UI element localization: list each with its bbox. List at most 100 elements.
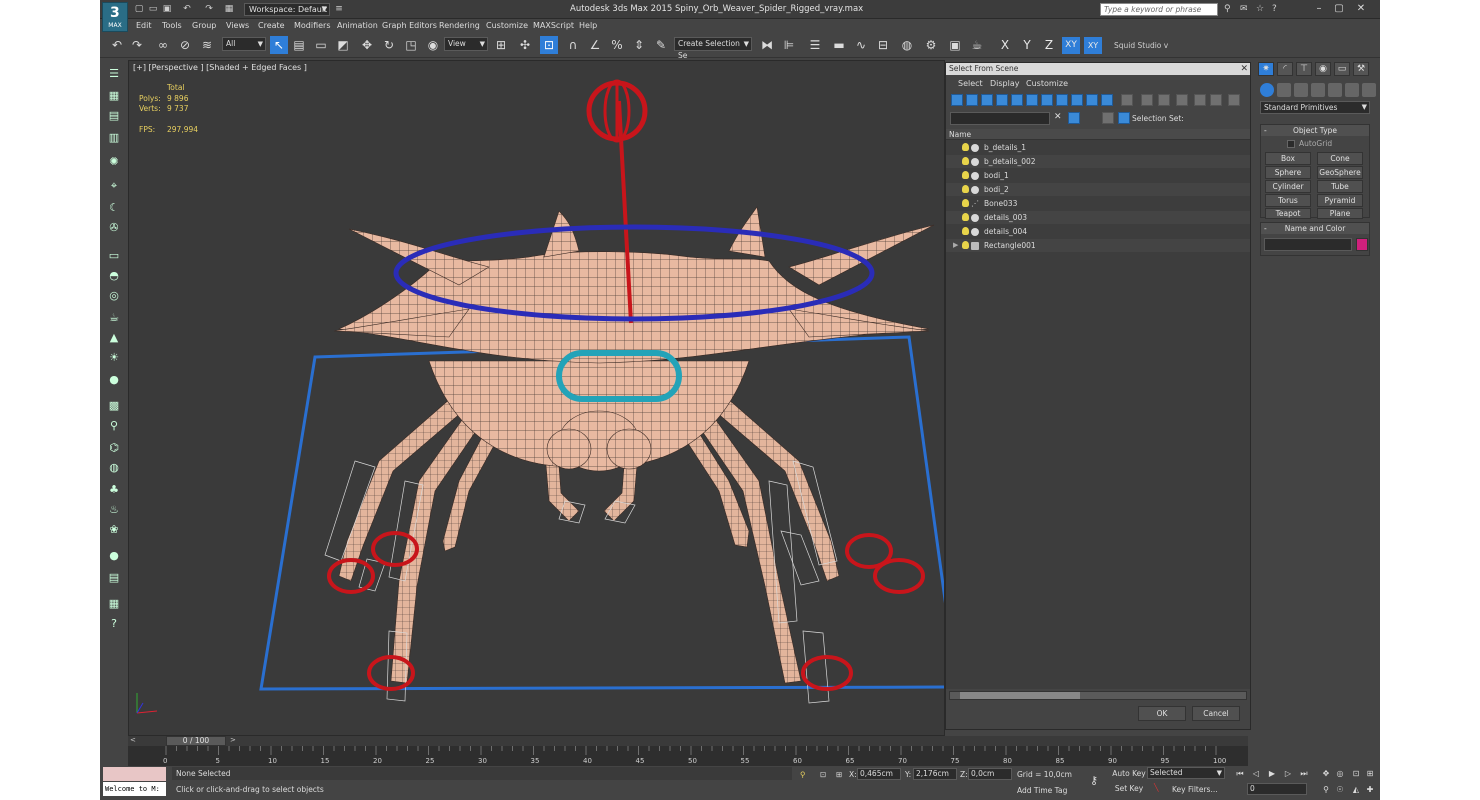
maximize-button[interactable]: ▢ <box>1332 2 1346 16</box>
restrict-z-button[interactable]: Z <box>1040 37 1058 54</box>
keyboard-shortcut-override-icon[interactable]: ⊡ <box>540 36 558 54</box>
globe-icon[interactable]: ◍ <box>106 460 122 476</box>
rectangular-selection-icon[interactable]: ▭ <box>312 36 330 54</box>
help-icon[interactable]: ? <box>106 616 122 632</box>
tube-button[interactable]: Tube <box>1317 180 1363 193</box>
workspace-select[interactable]: Workspace: Default ▼ <box>244 3 330 16</box>
move-icon[interactable]: ✥ <box>358 36 376 54</box>
auto-key-button[interactable]: Auto Key <box>1112 768 1146 780</box>
dialog-search-input[interactable] <box>950 112 1050 125</box>
dome-icon[interactable]: ◓ <box>106 268 122 284</box>
filter-space-warps-icon[interactable] <box>1026 94 1038 106</box>
window-crossing-icon[interactable]: ◩ <box>334 36 352 54</box>
filter-helpers-icon[interactable] <box>1011 94 1023 106</box>
dialog-menu-display[interactable]: Display <box>990 79 1020 88</box>
favorites-star-icon[interactable]: ☆ <box>1256 4 1264 14</box>
curve-editor-icon[interactable]: ∿ <box>852 36 870 54</box>
dialog-title-bar[interactable]: Select From Scene ✕ <box>946 63 1250 75</box>
light-bulb-icon[interactable] <box>962 241 969 249</box>
list-item[interactable]: b_details_002 <box>946 155 1250 168</box>
bind-space-warp-icon[interactable]: ≋ <box>198 36 216 54</box>
y-coordinate-field[interactable]: 2,176cm <box>913 768 957 780</box>
pyramid-button[interactable]: Pyramid <box>1317 194 1363 207</box>
light-lister-icon[interactable]: ✺ <box>106 154 122 170</box>
redo-icon[interactable]: ↷ <box>204 4 214 14</box>
cancel-button[interactable]: Cancel <box>1192 706 1240 721</box>
cone-button[interactable]: Cone <box>1317 152 1363 165</box>
lights-category-icon[interactable] <box>1294 83 1308 97</box>
menu-graph-editors[interactable]: Graph Editors <box>382 21 437 30</box>
maxscript-listener-output[interactable]: Welcome to M: <box>103 782 166 796</box>
tab-utilities[interactable]: ⚒ <box>1353 62 1369 76</box>
restrict-xy-button[interactable]: XY <box>1062 37 1080 54</box>
menu-animation[interactable]: Animation <box>337 21 378 30</box>
place-icon[interactable]: ◉ <box>424 36 442 54</box>
sort-icon[interactable] <box>1210 94 1222 106</box>
binoculars-icon[interactable]: ⚲ <box>1224 4 1231 14</box>
undo-icon[interactable]: ↶ <box>108 36 126 54</box>
render-frame-icon[interactable]: ▤ <box>106 570 122 586</box>
autogrid-checkbox[interactable] <box>1287 140 1295 148</box>
menu-rendering[interactable]: Rendering <box>439 21 480 30</box>
fur-icon[interactable]: ❀ <box>106 522 122 538</box>
orbit-icon[interactable]: ◎ <box>1334 768 1346 780</box>
torus-button[interactable]: Torus <box>1265 194 1311 207</box>
material-editor-icon[interactable]: ◍ <box>898 36 916 54</box>
communication-center-icon[interactable]: ✉ <box>1240 4 1248 14</box>
project-folder-icon[interactable]: ▦ <box>224 4 234 14</box>
light-bulb-icon[interactable] <box>962 227 969 235</box>
camera-icon[interactable]: ⌖ <box>106 178 122 194</box>
layer-explorer-icon[interactable]: ☰ <box>806 36 824 54</box>
light-bulb-icon[interactable] <box>962 143 969 151</box>
select-object-icon[interactable]: ↖ <box>270 36 288 54</box>
sphere-icon[interactable]: ◎ <box>106 288 122 304</box>
filter-containers-icon[interactable] <box>1086 94 1098 106</box>
list-item[interactable]: details_004 <box>946 225 1250 238</box>
tab-hierarchy[interactable]: ⊤ <box>1296 62 1312 76</box>
edit-named-selection-icon[interactable]: ✎ <box>652 36 670 54</box>
select-none-icon[interactable] <box>1141 94 1153 106</box>
field-of-view-icon[interactable]: ✚ <box>1364 784 1376 796</box>
snaps-toggle-icon[interactable]: ∩ <box>564 36 582 54</box>
zoom-extents-icon[interactable]: ⊡ <box>1350 768 1362 780</box>
box-primitive-icon[interactable]: ▭ <box>106 248 122 264</box>
menu-group[interactable]: Group <box>192 21 216 30</box>
layer-icon[interactable]: ▤ <box>106 108 122 124</box>
unlink-icon[interactable]: ⊘ <box>176 36 194 54</box>
select-invert-icon[interactable] <box>1158 94 1170 106</box>
time-slider-thumb[interactable]: 0 / 100 <box>166 736 226 746</box>
select-all-icon[interactable] <box>1121 94 1133 106</box>
time-slider-prev-icon[interactable]: < <box>130 736 136 744</box>
help-icon[interactable]: ? <box>1272 4 1277 14</box>
play-icon[interactable]: ▶ <box>1266 768 1278 780</box>
teapot-icon[interactable]: ☕ <box>106 310 122 326</box>
scene-explorer-icon[interactable]: ☰ <box>106 66 122 82</box>
cameras-category-icon[interactable] <box>1311 83 1325 97</box>
new-file-icon[interactable]: ▢ <box>134 4 144 14</box>
selection-set-icon[interactable] <box>1118 112 1130 124</box>
x-coordinate-field[interactable]: 0,465cm <box>857 768 901 780</box>
key-filter-pen-icon[interactable]: ╲ <box>1154 783 1159 792</box>
film-reel-icon[interactable]: ✇ <box>106 220 122 236</box>
spacewarps-category-icon[interactable] <box>1345 83 1359 97</box>
selection-filter-select[interactable]: All ▼ <box>222 37 266 51</box>
goto-end-icon[interactable]: ⏭ <box>1298 768 1310 780</box>
list-item[interactable]: ⋰ Bone033 <box>946 197 1250 210</box>
hair-icon[interactable]: ♨ <box>106 502 122 518</box>
ok-button[interactable]: OK <box>1138 706 1186 721</box>
dialog-menu-customize[interactable]: Customize <box>1026 79 1068 88</box>
filter-groups-icon[interactable] <box>1041 94 1053 106</box>
undo-icon[interactable]: ↶ <box>182 4 192 14</box>
display-floater-icon[interactable]: ▦ <box>106 88 122 104</box>
angle-snap-icon[interactable]: ∠ <box>586 36 604 54</box>
select-manipulate-icon[interactable]: ✣ <box>516 36 534 54</box>
key-mode-select[interactable]: Selected ▼ <box>1147 767 1225 779</box>
geosphere-button[interactable]: GeoSphere <box>1317 166 1363 179</box>
workspace-menu-icon[interactable]: ≡ <box>334 4 344 14</box>
spinner-snap-icon[interactable]: ⇕ <box>630 36 648 54</box>
current-frame-field[interactable]: 0 <box>1247 783 1307 795</box>
name-and-color-rollout-header[interactable]: - Name and Color <box>1261 223 1369 234</box>
dialog-close-icon[interactable]: ✕ <box>1240 63 1248 75</box>
menu-help[interactable]: Help <box>579 21 597 30</box>
zoom-icon[interactable]: ⚲ <box>1320 784 1332 796</box>
